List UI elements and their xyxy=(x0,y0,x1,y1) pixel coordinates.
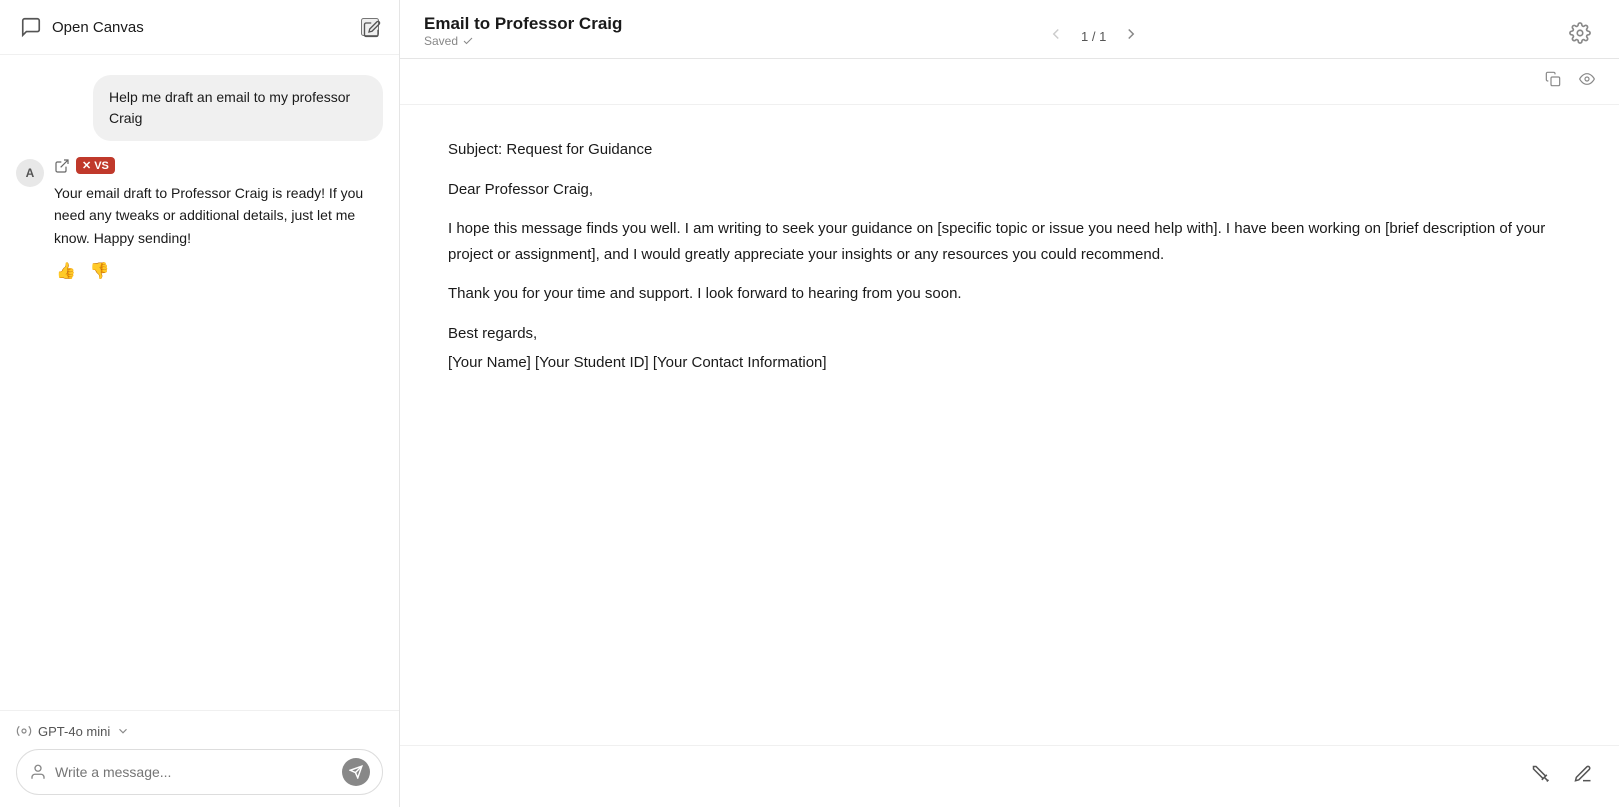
tool-badge-icon: ✕ xyxy=(82,159,91,172)
arrow-left-icon xyxy=(1047,25,1065,43)
app-title: Open Canvas xyxy=(52,19,144,36)
thumbs-down-button[interactable]: 👎 xyxy=(88,259,112,283)
right-footer xyxy=(400,745,1619,807)
model-name: GPT-4o mini xyxy=(38,724,110,739)
tool-badge: ✕ VS xyxy=(76,157,115,174)
left-header: Open Canvas xyxy=(0,0,399,55)
nav-next-button[interactable] xyxy=(1118,21,1144,52)
model-icon xyxy=(16,723,32,739)
gear-icon xyxy=(1569,22,1591,44)
email-salutation: Dear Professor Craig, xyxy=(448,177,1571,203)
user-icon xyxy=(29,763,47,781)
edit-icon xyxy=(1573,764,1593,784)
assistant-action-row: ✕ VS xyxy=(54,157,383,174)
page-indicator: 1 / 1 xyxy=(1081,29,1106,44)
left-footer: GPT-4o mini xyxy=(0,710,399,807)
avatar: A xyxy=(16,159,44,187)
right-header-left: Email to Professor Craig Saved xyxy=(424,14,622,58)
user-message-text: Help me draft an email to my professor C… xyxy=(109,89,350,126)
assistant-message-body: ✕ VS Your email draft to Professor Craig… xyxy=(54,157,383,283)
user-message-bubble: Help me draft an email to my professor C… xyxy=(93,75,383,141)
right-header-center: 1 / 1 xyxy=(1043,21,1144,52)
eye-icon xyxy=(1579,71,1595,87)
right-panel: Email to Professor Craig Saved 1 / 1 xyxy=(400,0,1619,807)
canvas-title: Email to Professor Craig xyxy=(424,14,622,34)
copy-icon xyxy=(1545,71,1561,87)
saved-row: Saved xyxy=(424,34,622,58)
assistant-message-wrapper: A ✕ VS Your email draft to Professor Cra… xyxy=(16,157,383,283)
user-message-wrapper: Help me draft an email to my professor C… xyxy=(16,75,383,141)
new-chat-button[interactable] xyxy=(361,18,379,36)
chat-icon xyxy=(20,16,42,38)
email-subject: Subject: Request for Guidance xyxy=(448,137,1571,163)
tool-badge-label: VS xyxy=(94,160,109,172)
settings-button[interactable] xyxy=(1565,18,1595,54)
canvas-toolbar xyxy=(400,59,1619,105)
arrow-right-icon xyxy=(1122,25,1140,43)
feedback-row: 👍 👎 xyxy=(54,259,383,283)
send-button[interactable] xyxy=(342,758,370,786)
email-closing: Best regards, xyxy=(448,321,1571,347)
canvas-content: Subject: Request for Guidance Dear Profe… xyxy=(400,105,1619,745)
left-header-left: Open Canvas xyxy=(20,16,144,38)
assistant-text: Your email draft to Professor Craig is r… xyxy=(54,182,383,249)
nav-prev-button[interactable] xyxy=(1043,21,1069,52)
right-header-right xyxy=(1565,18,1595,54)
email-body-para-1: I hope this message finds you well. I am… xyxy=(448,216,1571,267)
thumbs-up-button[interactable]: 👍 xyxy=(54,259,78,283)
left-panel: Open Canvas Help me draft an email to my… xyxy=(0,0,400,807)
check-icon xyxy=(462,35,474,47)
right-header: Email to Professor Craig Saved 1 / 1 xyxy=(400,0,1619,59)
edit-button[interactable] xyxy=(1567,758,1599,795)
email-signature: [Your Name] [Your Student ID] [Your Cont… xyxy=(448,350,1571,376)
send-icon xyxy=(349,765,363,779)
copy-button[interactable] xyxy=(1541,67,1565,96)
messages-area: Help me draft an email to my professor C… xyxy=(0,55,399,710)
model-selector[interactable]: GPT-4o mini xyxy=(16,723,383,739)
wand-icon xyxy=(1531,764,1551,784)
eye-button[interactable] xyxy=(1575,67,1599,96)
saved-text: Saved xyxy=(424,34,458,48)
wand-button[interactable] xyxy=(1525,758,1557,795)
message-input-row xyxy=(16,749,383,795)
chevron-down-icon xyxy=(116,724,130,738)
email-body-para-2: Thank you for your time and support. I l… xyxy=(448,281,1571,307)
external-link-icon[interactable] xyxy=(54,158,70,174)
message-input[interactable] xyxy=(55,764,334,780)
